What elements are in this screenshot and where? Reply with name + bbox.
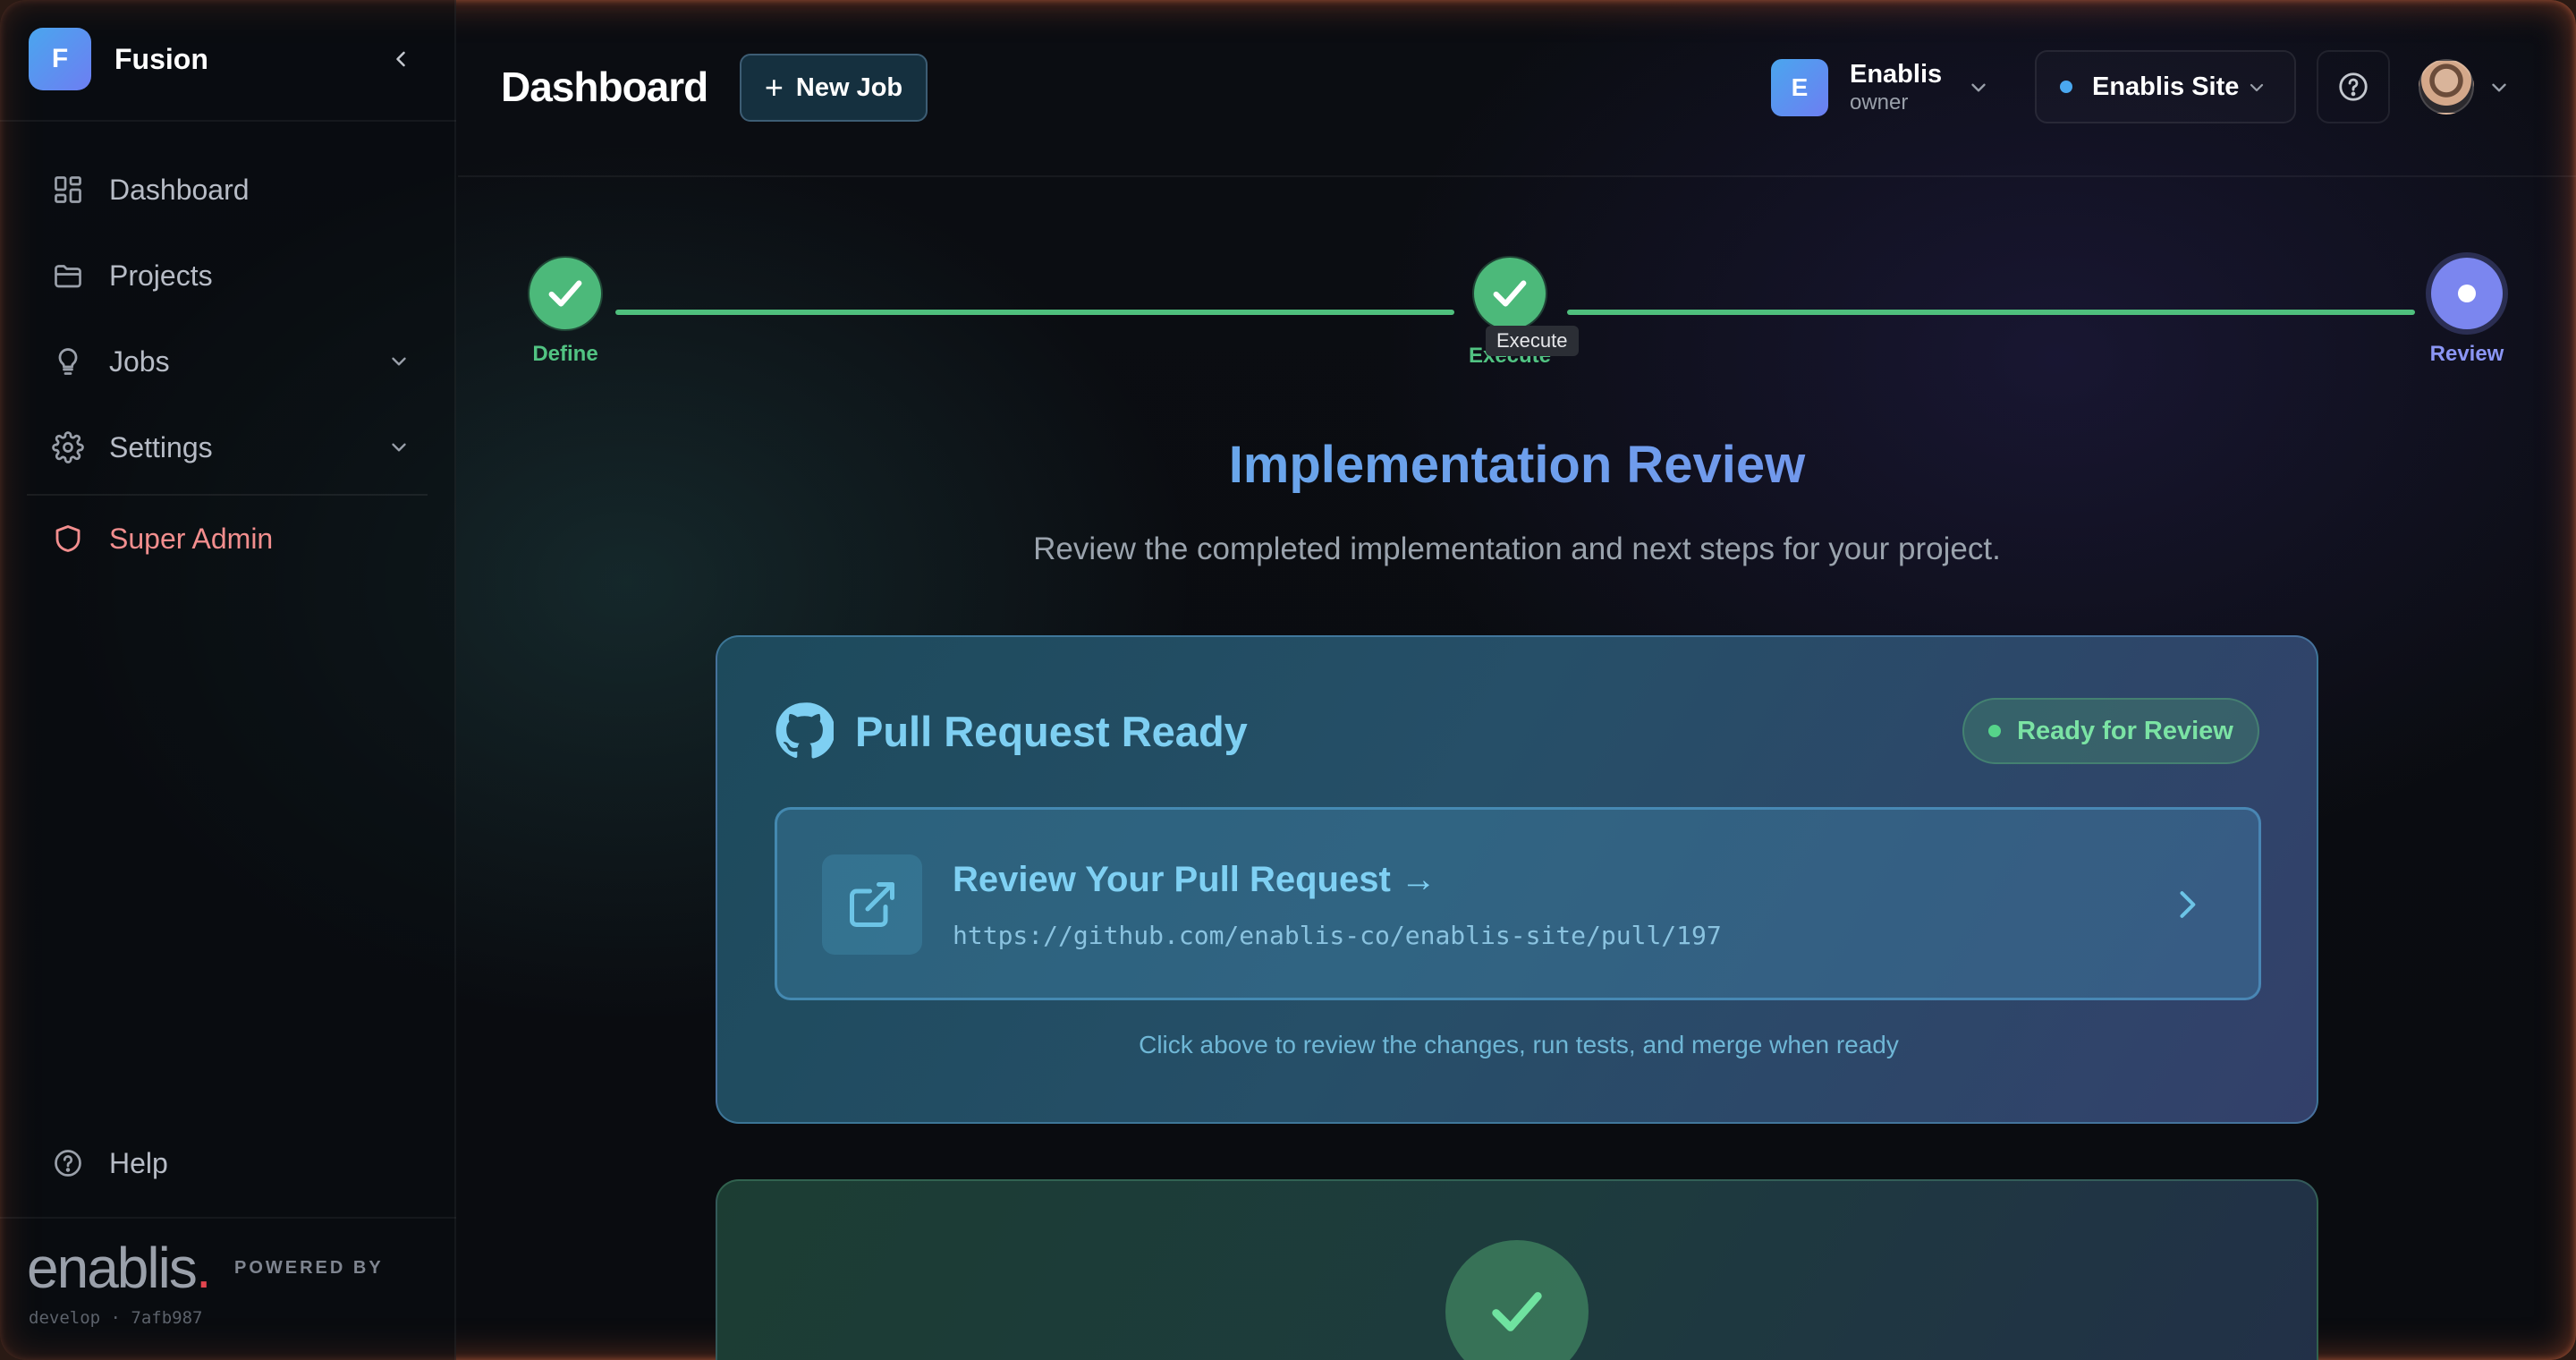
step-define-circle[interactable] bbox=[530, 258, 601, 329]
app-window: F Fusion Dashboard Projects Jobs Setting… bbox=[0, 0, 2576, 1360]
sidebar-item-label: Help bbox=[109, 1146, 168, 1179]
sidebar-item-label: Settings bbox=[109, 430, 213, 463]
pr-card-title: Pull Request Ready bbox=[855, 707, 1248, 755]
chevron-down-icon[interactable] bbox=[2481, 70, 2517, 106]
sidebar-item-label: Super Admin bbox=[109, 522, 274, 555]
check-icon bbox=[548, 280, 582, 307]
check-icon bbox=[1492, 1292, 1542, 1331]
divider bbox=[27, 494, 428, 496]
divider bbox=[0, 1217, 456, 1219]
chevron-down-icon[interactable] bbox=[381, 429, 417, 465]
plus-icon: + bbox=[764, 69, 784, 106]
org-role: owner bbox=[1850, 90, 1909, 115]
status-badge: Ready for Review bbox=[1962, 698, 2259, 764]
status-badge-label: Ready for Review bbox=[2017, 716, 2233, 745]
site-name: Enablis Site bbox=[2092, 72, 2240, 101]
brand-logo: F bbox=[29, 28, 91, 90]
chevron-right-icon bbox=[2160, 878, 2214, 931]
sidebar-item-dashboard[interactable]: Dashboard bbox=[50, 163, 417, 217]
org-switcher[interactable]: E Enablis owner bbox=[1771, 57, 1986, 118]
chevron-down-icon[interactable] bbox=[381, 344, 417, 379]
pull-request-url: https://github.com/enablis-co/enablis-si… bbox=[953, 921, 1722, 950]
step-connector bbox=[1567, 310, 2415, 315]
pull-request-link[interactable]: Review Your Pull Request → https://githu… bbox=[775, 807, 2261, 1000]
org-avatar: E bbox=[1771, 59, 1828, 116]
completion-card bbox=[716, 1179, 2318, 1360]
sidebar-item-jobs[interactable]: Jobs bbox=[50, 335, 417, 388]
step-execute-circle[interactable] bbox=[1474, 258, 1546, 329]
top-header: Dashboard + New Job E Enablis owner Enab… bbox=[458, 0, 2576, 177]
sidebar-item-super-admin[interactable]: Super Admin bbox=[50, 512, 417, 565]
new-job-label: New Job bbox=[795, 72, 903, 102]
current-step-dot bbox=[2458, 285, 2476, 302]
sidebar-item-help[interactable]: Help bbox=[50, 1136, 417, 1190]
chevron-down-icon bbox=[2239, 70, 2275, 106]
tooltip: Execute bbox=[1486, 326, 1579, 356]
sidebar-item-label: Dashboard bbox=[109, 173, 250, 206]
step-review-circle[interactable] bbox=[2431, 258, 2503, 329]
help-button[interactable] bbox=[2317, 50, 2390, 123]
sidebar-item-label: Projects bbox=[109, 259, 213, 292]
sidebar-item-settings[interactable]: Settings bbox=[50, 421, 417, 474]
lightbulb-icon bbox=[50, 344, 86, 379]
check-icon bbox=[1493, 280, 1527, 307]
help-circle-icon bbox=[50, 1145, 86, 1181]
org-name: Enablis bbox=[1850, 60, 1943, 89]
user-avatar[interactable] bbox=[2419, 59, 2474, 115]
enablis-logo-text: enablis bbox=[27, 1236, 198, 1300]
step-connector bbox=[615, 310, 1454, 315]
review-title: Implementation Review bbox=[458, 435, 2576, 495]
powered-by-label: POWERED BY bbox=[234, 1258, 384, 1278]
sidebar: F Fusion Dashboard Projects Jobs Setting… bbox=[0, 0, 456, 1360]
brand[interactable]: F Fusion bbox=[29, 27, 208, 91]
collapse-sidebar-button[interactable] bbox=[383, 41, 419, 77]
sidebar-item-label: Jobs bbox=[109, 344, 170, 378]
pr-card-note: Click above to review the changes, run t… bbox=[1139, 1031, 1899, 1058]
completion-check-circle bbox=[1445, 1240, 1589, 1360]
sidebar-item-projects[interactable]: Projects bbox=[50, 249, 417, 302]
pull-request-link-title: Review Your Pull Request → bbox=[953, 860, 1436, 899]
site-select[interactable]: Enablis Site bbox=[2035, 50, 2296, 123]
brand-name: Fusion bbox=[114, 42, 208, 75]
review-subtitle: Review the completed implementation and … bbox=[1033, 531, 2001, 566]
build-info: develop · 7afb987 bbox=[29, 1308, 203, 1328]
gear-icon bbox=[50, 429, 86, 465]
site-status-dot bbox=[2060, 81, 2072, 93]
chevron-left-icon bbox=[396, 51, 405, 67]
github-icon bbox=[775, 702, 834, 759]
step-define-label: Define bbox=[532, 342, 598, 366]
shield-icon bbox=[50, 521, 86, 557]
external-link-icon bbox=[822, 854, 922, 955]
enablis-logo-dot: . bbox=[195, 1236, 212, 1300]
step-review-label: Review bbox=[2429, 342, 2504, 366]
grid-icon bbox=[50, 172, 86, 208]
pull-request-card: Pull Request Ready Ready for Review Revi… bbox=[716, 635, 2318, 1124]
new-job-button[interactable]: + New Job bbox=[740, 54, 928, 122]
status-dot bbox=[1988, 725, 2002, 737]
page-title: Dashboard bbox=[501, 64, 708, 110]
chevron-down-icon bbox=[1961, 70, 1996, 106]
folder-icon bbox=[50, 258, 86, 293]
enablis-logo: enablis. bbox=[27, 1235, 212, 1301]
divider bbox=[0, 120, 456, 122]
help-circle-icon bbox=[2339, 72, 2368, 101]
